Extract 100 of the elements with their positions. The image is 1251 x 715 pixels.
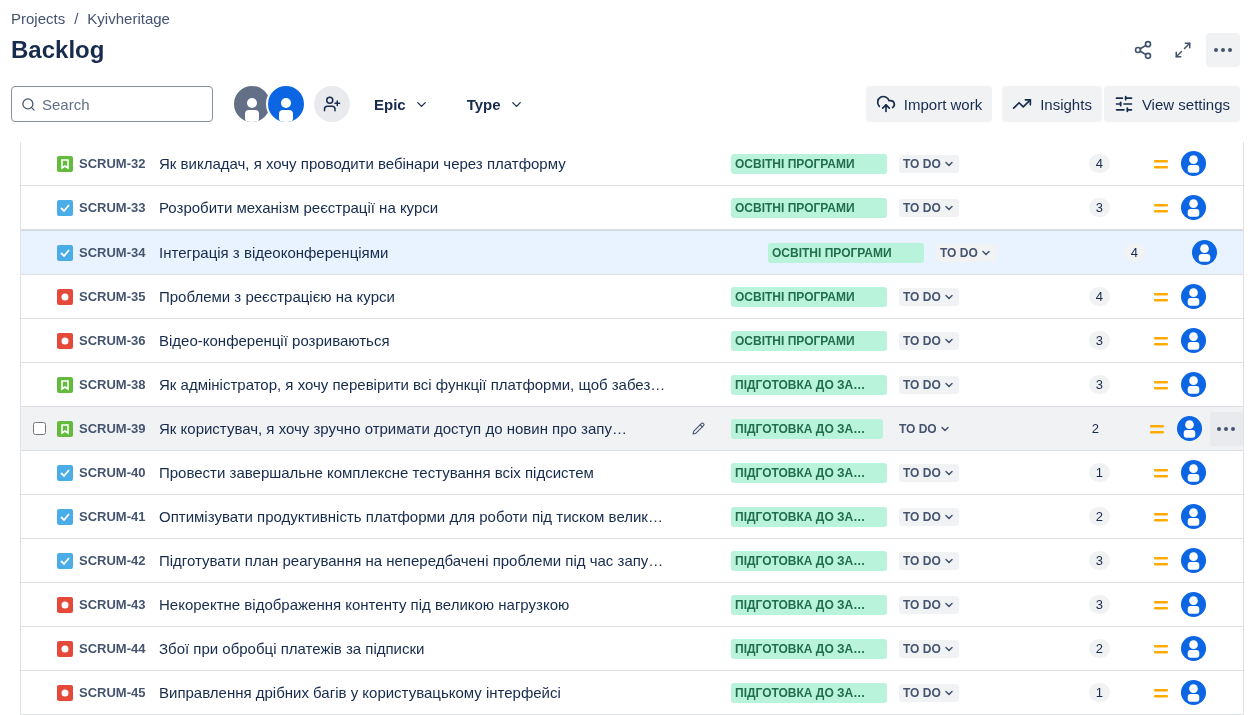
more-icon <box>1217 426 1236 431</box>
issue-key[interactable]: SCRUM-44 <box>79 641 159 656</box>
filter-dropdown[interactable]: Type <box>458 89 532 119</box>
issue-summary[interactable]: Як адміністратор, я хочу перевірити всі функції платформи, щоб забез… <box>159 376 715 393</box>
issue-summary[interactable]: Некоректне відображення контенту під великою нагрузкою <box>159 596 715 613</box>
filter-dropdown[interactable]: Epic <box>366 89 437 119</box>
story-points: 3 <box>1088 198 1110 217</box>
status-dropdown[interactable]: TO DO <box>899 683 959 702</box>
bug-icon <box>57 288 73 305</box>
breadcrumb-link[interactable]: Projects <box>11 10 66 27</box>
medium-priority-icon <box>1147 422 1166 435</box>
epic-tag[interactable]: ПІДГОТОВКА ДО ЗА… <box>731 682 887 703</box>
issue-summary[interactable]: Виправлення дрібних багів у користувацькому інтерфейсі <box>159 684 715 701</box>
medium-priority-icon <box>1152 554 1170 567</box>
search-field[interactable]: Search <box>11 86 213 122</box>
row-more-button[interactable] <box>1209 411 1243 446</box>
breadcrumb-link[interactable]: Kyivheritage <box>87 10 170 27</box>
more-icon <box>1214 48 1232 52</box>
issue-key[interactable]: SCRUM-36 <box>79 333 159 348</box>
issue-key[interactable]: SCRUM-34 <box>79 245 159 260</box>
epic-tag[interactable]: ПІДГОТОВКА ДО ЗА… <box>731 418 883 439</box>
story-points: 4 <box>1088 287 1110 306</box>
more-button[interactable] <box>1206 33 1240 67</box>
epic-tag[interactable]: ПІДГОТОВКА ДО ЗА… <box>731 638 887 659</box>
bug-icon <box>57 596 73 613</box>
status-dropdown[interactable]: TO DO <box>899 463 959 482</box>
medium-priority-icon <box>1152 598 1170 611</box>
row-checkbox[interactable] <box>32 422 46 435</box>
status-dropdown[interactable]: TO DO <box>899 639 959 658</box>
breadcrumb-separator: / <box>74 10 79 27</box>
status-dropdown[interactable]: TO DO <box>899 154 959 173</box>
issue-summary[interactable]: Підготувати план реагування на непередбачені проблеми під час запу… <box>159 552 715 569</box>
task-icon <box>57 508 73 525</box>
status-dropdown[interactable]: TO DO <box>936 243 996 262</box>
user-avatar <box>1180 635 1207 662</box>
status-dropdown[interactable]: TO DO <box>899 551 959 570</box>
story-points: 2 <box>1088 639 1110 658</box>
story-points: 1 <box>1088 683 1110 702</box>
bug-icon <box>57 332 73 349</box>
user-avatar <box>1180 591 1207 618</box>
issue-key[interactable]: SCRUM-38 <box>79 377 159 392</box>
issue-key[interactable]: SCRUM-39 <box>79 421 159 436</box>
issue-summary[interactable]: Інтеграція з відеоконференціями <box>159 244 716 261</box>
user-avatar <box>1180 150 1207 177</box>
issue-key[interactable]: SCRUM-33 <box>79 200 159 215</box>
issue-summary[interactable]: Відео-конференції розриваються <box>159 332 715 349</box>
issue-summary[interactable]: Збої при обробці платежів за підписки <box>159 640 715 657</box>
issue-summary[interactable]: Як викладач, я хочу проводити вебінари через платформу <box>159 155 715 172</box>
medium-priority-icon <box>1152 378 1170 391</box>
issue-key[interactable]: SCRUM-45 <box>79 685 159 700</box>
toolbar-button[interactable]: View settings <box>1103 86 1240 122</box>
share-icon <box>1133 40 1153 60</box>
pencil-icon <box>692 422 705 435</box>
bug-icon <box>57 640 73 657</box>
issue-key[interactable]: SCRUM-40 <box>79 465 159 480</box>
add-person-button[interactable] <box>314 86 350 122</box>
epic-tag[interactable]: ОСВІТНІ ПРОГРАМИ <box>731 153 887 174</box>
epic-tag[interactable]: ПІДГОТОВКА ДО ЗА… <box>731 594 887 615</box>
issue-summary[interactable]: Оптимізувати продуктивність платформи для роботи під тиском велик… <box>159 508 715 525</box>
user-avatar <box>1180 459 1207 486</box>
medium-priority-icon <box>1152 510 1170 523</box>
issue-key[interactable]: SCRUM-43 <box>79 597 159 612</box>
story-points: 4 <box>1088 154 1110 173</box>
issue-key[interactable]: SCRUM-42 <box>79 553 159 568</box>
page-title: Backlog <box>11 36 105 64</box>
user-avatar <box>1180 679 1207 706</box>
epic-tag[interactable]: ОСВІТНІ ПРОГРАМИ <box>768 242 924 263</box>
epic-tag[interactable]: ПІДГОТОВКА ДО ЗА… <box>731 506 887 527</box>
epic-tag[interactable]: ОСВІТНІ ПРОГРАМИ <box>731 286 887 307</box>
medium-priority-icon <box>1152 290 1170 303</box>
story-icon <box>57 155 73 172</box>
status-dropdown[interactable]: TO DO <box>899 507 959 526</box>
issue-summary[interactable]: Провести завершальне комплексне тестування всіх підсистем <box>159 464 715 481</box>
issue-summary[interactable]: Розробити механізм реєстрації на курси <box>159 199 715 216</box>
issue-key[interactable]: SCRUM-35 <box>79 289 159 304</box>
expand-icon <box>1174 41 1192 59</box>
user-avatar <box>1175 415 1203 442</box>
toolbar-button[interactable]: Insights <box>1002 86 1102 122</box>
edit-button[interactable] <box>692 422 705 435</box>
issue-key[interactable]: SCRUM-41 <box>79 509 159 524</box>
epic-tag[interactable]: ПІДГОТОВКА ДО ЗА… <box>731 550 887 571</box>
cloud-upload-icon <box>875 94 896 114</box>
issue-summary[interactable]: Як користувач, я хочу зручно отримати доступ до новин про запу… <box>159 420 682 437</box>
toolbar-button[interactable]: Import work <box>865 86 993 122</box>
story-icon <box>57 420 73 437</box>
issue-key[interactable]: SCRUM-32 <box>79 156 159 171</box>
issue-summary[interactable]: Проблеми з реєстрацією на курси <box>159 288 715 305</box>
epic-tag[interactable]: ОСВІТНІ ПРОГРАМИ <box>731 197 887 218</box>
add-person-icon <box>323 95 341 113</box>
status-dropdown[interactable]: TO DO <box>899 287 959 306</box>
status-dropdown[interactable]: TO DO <box>899 331 959 350</box>
status-dropdown[interactable]: TO DO <box>899 595 959 614</box>
task-icon <box>57 464 73 481</box>
status-dropdown[interactable]: TO DO <box>899 375 959 394</box>
status-dropdown[interactable]: TO DO <box>899 198 959 217</box>
medium-priority-icon <box>1152 686 1170 699</box>
epic-tag[interactable]: ОСВІТНІ ПРОГРАМИ <box>731 330 887 351</box>
epic-tag[interactable]: ПІДГОТОВКА ДО ЗА… <box>731 374 887 395</box>
epic-tag[interactable]: ПІДГОТОВКА ДО ЗА… <box>731 462 887 483</box>
story-points: 3 <box>1088 551 1110 570</box>
